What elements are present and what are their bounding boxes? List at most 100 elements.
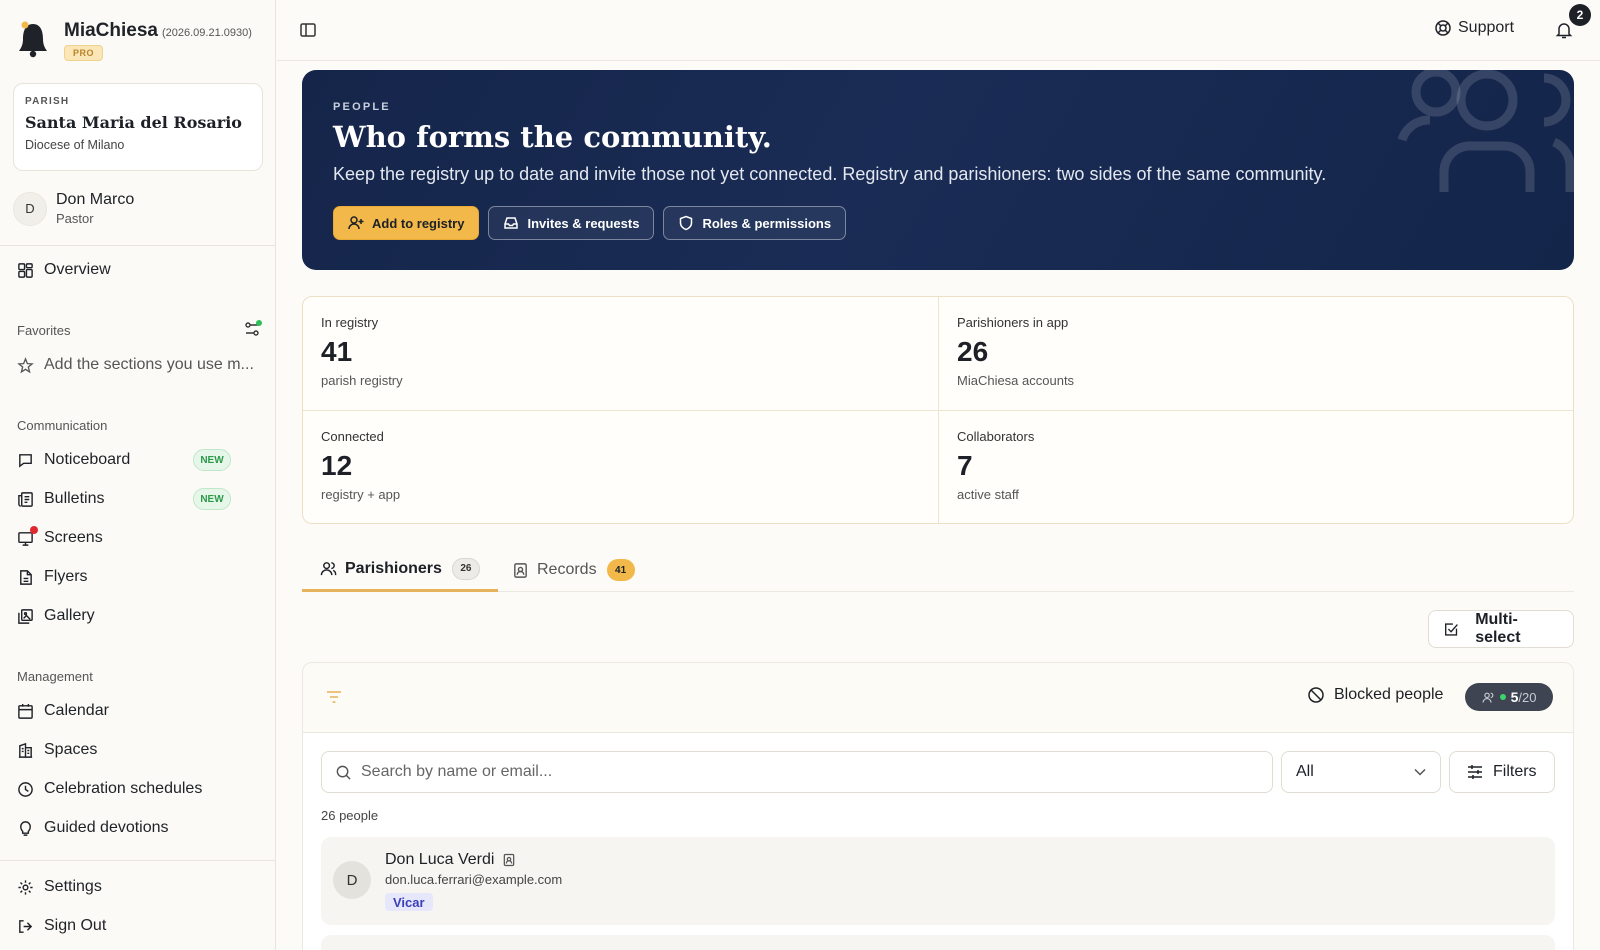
notifications-bell-icon[interactable] (1554, 20, 1574, 40)
sidebar-item-guided-devotions[interactable]: Guided devotions (17, 816, 169, 840)
building-icon (17, 742, 34, 759)
people-tabs: Parishioners 26 Records 41 (302, 548, 1574, 592)
roles-permissions-button[interactable]: Roles & permissions (663, 206, 847, 240)
people-panel: Blocked people 5/20 All Filters 26 peopl… (302, 662, 1574, 950)
stat-value: 12 (321, 450, 353, 481)
tab-label: Parishioners (345, 559, 442, 577)
sort-filter-icon[interactable] (326, 690, 342, 704)
parish-card[interactable]: PARISH Santa Maria del Rosario Diocese o… (13, 83, 263, 171)
search-input[interactable] (361, 763, 1241, 781)
sidebar-item-sign-out[interactable]: Sign Out (17, 914, 106, 938)
tab-parishioners[interactable]: Parishioners 26 (302, 548, 498, 592)
people-count: 26 people (321, 808, 379, 823)
sidebar-item-label: Spaces (44, 741, 98, 758)
stat-value: 7 (957, 450, 973, 481)
sidebar-item-label: Celebration schedules (44, 780, 203, 797)
stat-sub: registry + app (321, 487, 401, 502)
quota-badge: 5/20 (1465, 683, 1553, 711)
sidebar: MiaChiesa (2026.09.21.0930) PRO PARISH Sa… (0, 0, 276, 950)
community-illustration-icon (1397, 70, 1574, 192)
sidebar-item-overview[interactable]: Overview (17, 258, 111, 282)
hero-subtitle: Keep the registry up to date and invite … (333, 164, 1327, 184)
management-title: Management (17, 669, 93, 684)
role-badge: Vicar (385, 893, 433, 911)
stat-sub: active staff (957, 487, 1019, 502)
invites-requests-button[interactable]: Invites & requests (488, 206, 655, 240)
search-field[interactable] (321, 751, 1273, 793)
parish-diocese: Diocese of Milano (25, 138, 125, 152)
sidebar-item-label: Overview (44, 261, 111, 278)
user-role: Pastor (56, 211, 94, 226)
star-icon (17, 356, 34, 374)
sidebar-item-noticeboard[interactable]: Noticeboard (17, 448, 130, 472)
brand[interactable]: MiaChiesa (2026.09.21.0930) PRO (16, 20, 252, 61)
stat-collaborators: Collaborators 7 active staff (939, 411, 1573, 523)
hero-title: Who forms the community. (333, 120, 772, 154)
chevron-down-icon (1414, 768, 1426, 776)
bell-logo-icon (19, 21, 47, 58)
contact-book-icon (514, 562, 527, 578)
filters-button[interactable]: Filters (1449, 751, 1555, 793)
ban-icon (1308, 687, 1324, 703)
sidebar-item-bulletins[interactable]: Bulletins (17, 487, 104, 511)
person-name-row: Don Luca Verdi (385, 851, 516, 869)
sidebar-item-celebration-schedules[interactable]: Celebration schedules (17, 777, 202, 801)
sidebar-item-flyers[interactable]: Flyers (17, 565, 88, 589)
app-version: (2026.09.21.0930) (161, 27, 252, 39)
hero-overline: PEOPLE (333, 101, 391, 113)
quota-total: /20 (1518, 689, 1537, 705)
invites-requests-label: Invites & requests (527, 215, 640, 231)
list-item[interactable]: D Don Luca Verdi don.luca.ferrari@exampl… (321, 837, 1555, 925)
message-icon (17, 452, 34, 469)
blocked-people-label: Blocked people (1334, 686, 1444, 703)
sidebar-item-settings[interactable]: Settings (17, 875, 102, 899)
stat-label: Collaborators (957, 429, 1035, 444)
new-badge: NEW (193, 488, 231, 510)
roles-permissions-label: Roles & permissions (702, 215, 832, 231)
shield-icon (680, 215, 693, 231)
add-to-registry-label: Add to registry (372, 215, 465, 231)
lightbulb-icon (17, 820, 34, 837)
favorites-settings-icon[interactable] (244, 320, 262, 338)
add-to-registry-button[interactable]: Add to registry (333, 206, 480, 240)
sidebar-item-label: Noticeboard (44, 451, 131, 468)
user-profile[interactable]: D Don Marco Pastor (13, 191, 134, 226)
divider (0, 860, 276, 861)
tab-label: Records (537, 561, 597, 578)
stat-value: 26 (957, 336, 989, 367)
logout-icon (17, 918, 34, 935)
sidebar-item-label: Settings (44, 878, 102, 895)
parish-name: Santa Maria del Rosario (25, 113, 242, 132)
sidebar-item-label: Bulletins (44, 490, 105, 507)
support-button[interactable]: Support (1434, 19, 1514, 37)
app-name: MiaChiesa (64, 20, 158, 41)
tab-count: 26 (451, 557, 480, 580)
status-select-value: All (1296, 763, 1314, 780)
dashboard-icon (17, 262, 34, 279)
stat-label: In registry (321, 315, 379, 330)
sidebar-toggle-icon[interactable] (299, 21, 317, 39)
stat-value: 41 (321, 336, 353, 367)
sidebar-item-gallery[interactable]: Gallery (17, 604, 95, 628)
user-name: Don Marco (56, 191, 135, 208)
parish-label: PARISH (25, 96, 70, 107)
users-icon (1482, 692, 1493, 703)
tab-records[interactable]: Records 41 (512, 548, 635, 592)
clock-icon (17, 781, 34, 798)
status-select[interactable]: All (1281, 751, 1441, 793)
lifebuoy-icon (1435, 20, 1451, 36)
file-icon (17, 569, 34, 586)
sidebar-item-spaces[interactable]: Spaces (17, 738, 97, 762)
stat-sub: parish registry (321, 373, 403, 388)
multi-select-button[interactable]: Multi-select (1428, 610, 1574, 648)
topbar: Support 2 (277, 0, 1600, 61)
blocked-people-button[interactable]: Blocked people (1307, 686, 1443, 704)
avatar: D (333, 861, 371, 899)
user-plus-icon (348, 216, 364, 230)
sidebar-item-screens[interactable]: Screens (17, 525, 103, 550)
users-icon (320, 562, 337, 576)
list-item[interactable] (321, 935, 1555, 950)
favorites-hint[interactable]: Add the sections you use m... (17, 353, 254, 377)
new-badge: NEW (193, 449, 231, 471)
sidebar-item-calendar[interactable]: Calendar (17, 699, 109, 723)
